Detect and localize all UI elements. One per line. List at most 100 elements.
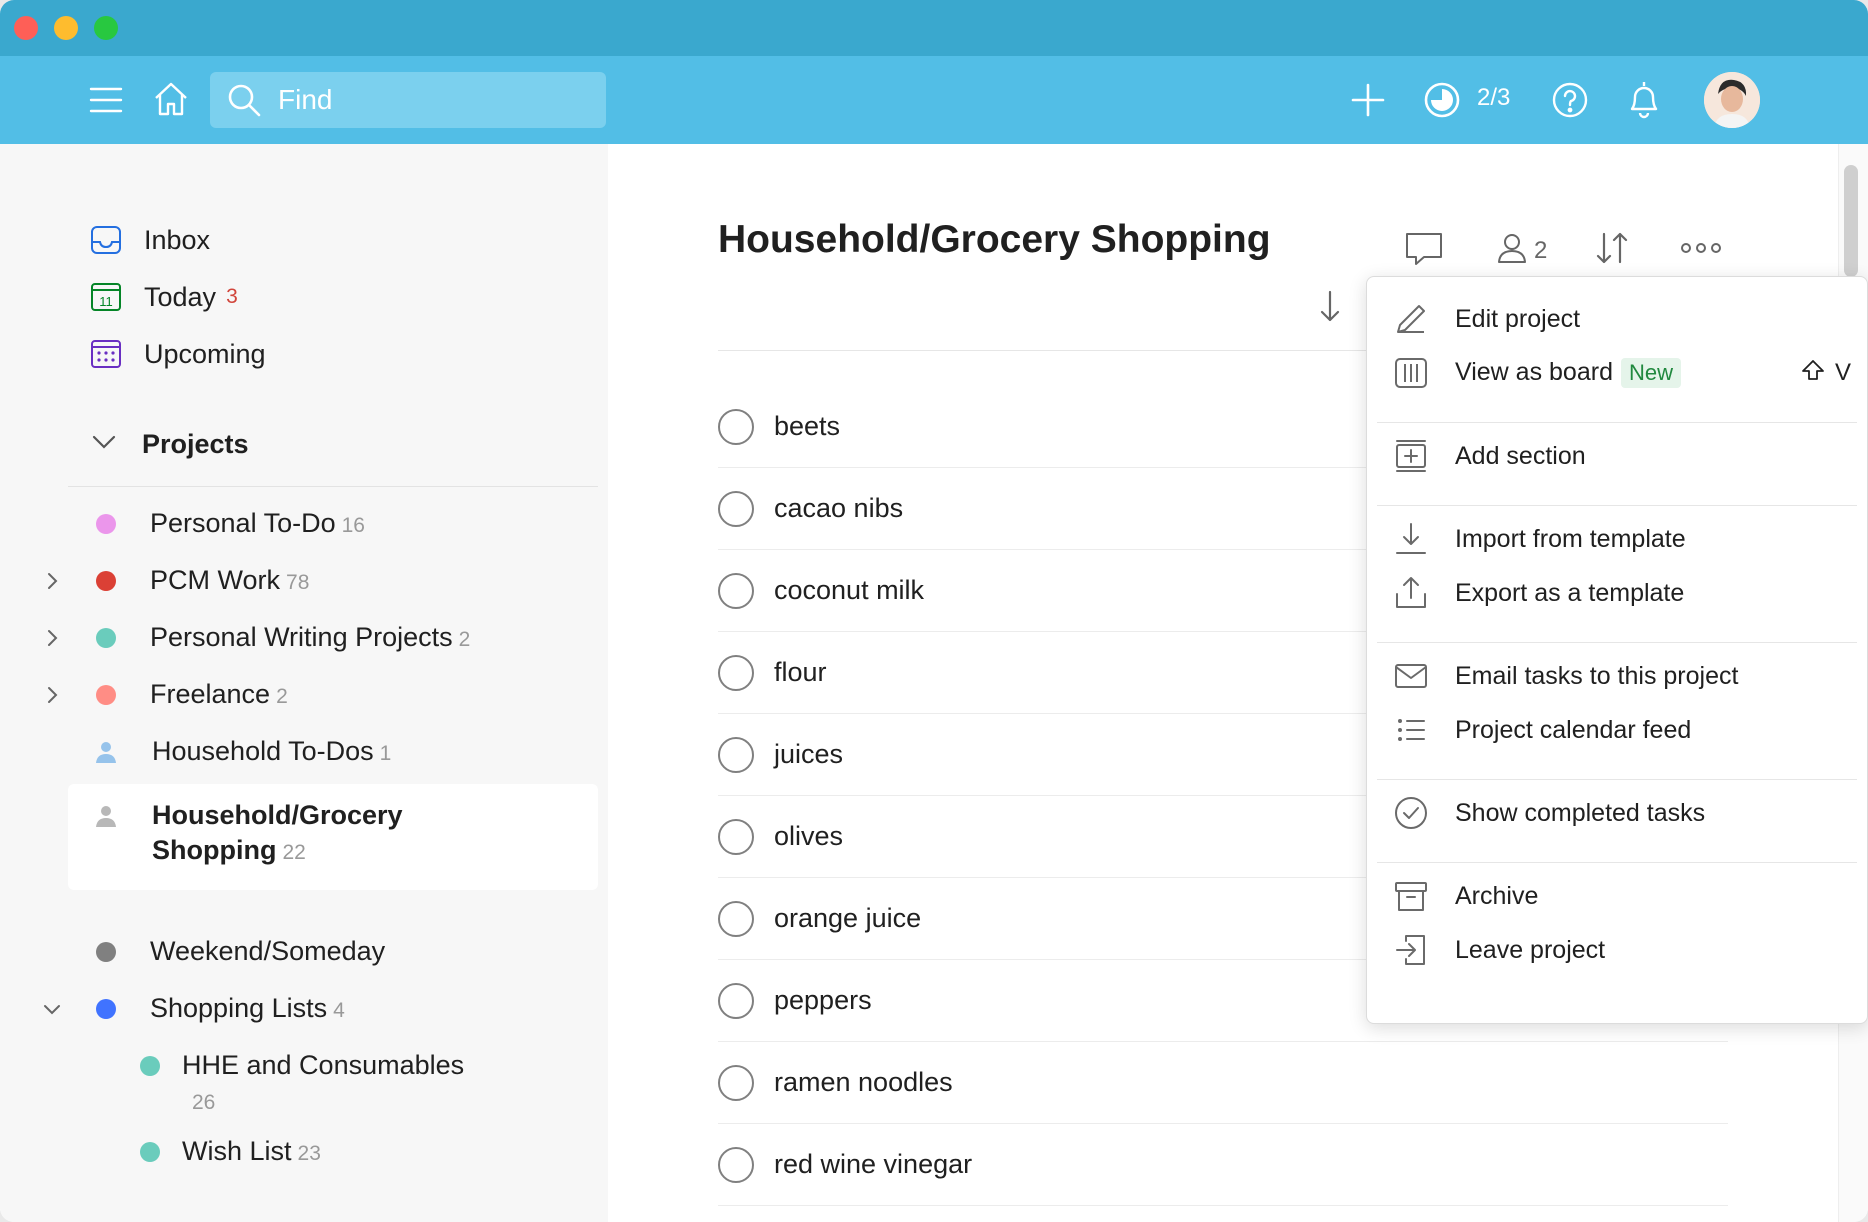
close-window-button[interactable] bbox=[14, 16, 38, 40]
project-name: Household/Grocery bbox=[152, 800, 403, 830]
shared-project-icon bbox=[94, 740, 118, 764]
notifications-icon[interactable] bbox=[1624, 78, 1664, 120]
chevron-right-icon[interactable] bbox=[42, 628, 62, 648]
project-color-dot bbox=[96, 685, 116, 705]
sort-button[interactable] bbox=[1594, 230, 1630, 271]
sidebar-item-wish-list[interactable]: Wish List 23 bbox=[68, 1134, 598, 1171]
menu-icon[interactable] bbox=[86, 80, 126, 120]
project-name: PCM Work bbox=[150, 565, 281, 595]
help-icon[interactable] bbox=[1550, 80, 1590, 120]
divider bbox=[68, 486, 598, 487]
menu-item-email-tasks[interactable]: Email tasks to this project bbox=[1367, 649, 1867, 703]
board-icon bbox=[1393, 355, 1429, 391]
comment-icon bbox=[1404, 230, 1444, 273]
minimize-window-button[interactable] bbox=[54, 16, 78, 40]
task-name[interactable]: olives bbox=[774, 821, 843, 852]
add-task-icon[interactable] bbox=[1348, 80, 1388, 120]
chevron-right-icon[interactable] bbox=[42, 685, 62, 705]
scrollbar-thumb[interactable] bbox=[1844, 165, 1858, 277]
project-name: Household To-Dos bbox=[152, 736, 374, 766]
project-color-dot bbox=[96, 628, 116, 648]
karma-progress[interactable]: 2/3 bbox=[1477, 84, 1510, 112]
avatar[interactable] bbox=[1704, 72, 1760, 128]
projects-section-toggle[interactable]: Projects bbox=[90, 428, 249, 461]
menu-item-export-as-template[interactable]: Export as a template bbox=[1367, 566, 1867, 620]
zoom-window-button[interactable] bbox=[94, 16, 118, 40]
pencil-icon bbox=[1393, 301, 1429, 337]
shared-project-icon bbox=[94, 804, 118, 828]
menu-item-calendar-feed[interactable]: Project calendar feed bbox=[1367, 703, 1867, 757]
task-checkbox[interactable] bbox=[718, 490, 754, 527]
sidebar-item-household-grocery-shopping[interactable]: Household/Grocery Shopping 22 bbox=[68, 784, 598, 890]
task-name[interactable]: coconut milk bbox=[774, 575, 924, 606]
task-checkbox[interactable] bbox=[718, 818, 754, 855]
today-count: 3 bbox=[226, 285, 238, 308]
project-name: Shopping Lists bbox=[150, 993, 328, 1023]
task-checkbox[interactable] bbox=[718, 408, 754, 445]
task-row[interactable]: ramen noodles bbox=[718, 1042, 1728, 1124]
task-name[interactable]: flour bbox=[774, 657, 827, 688]
task-name[interactable]: beets bbox=[774, 411, 840, 442]
sidebar-item-weekend-someday[interactable]: Weekend/Someday bbox=[68, 934, 598, 969]
divider bbox=[1377, 779, 1857, 780]
home-icon[interactable] bbox=[150, 78, 192, 120]
sidebar-item-freelance[interactable]: Freelance 2 bbox=[48, 677, 598, 714]
chevron-down-icon[interactable] bbox=[42, 999, 62, 1019]
page-title: Household/Grocery Shopping bbox=[718, 218, 1271, 261]
menu-item-label: Add section bbox=[1455, 441, 1586, 470]
task-checkbox[interactable] bbox=[718, 572, 754, 609]
sidebar-item-household-to-dos[interactable]: Household To-Dos 1 bbox=[68, 734, 598, 771]
task-checkbox[interactable] bbox=[718, 1064, 754, 1101]
productivity-icon[interactable] bbox=[1422, 80, 1462, 120]
project-color-dot bbox=[96, 571, 116, 591]
menu-item-import-from-template[interactable]: Import from template bbox=[1367, 512, 1867, 566]
search-input[interactable] bbox=[278, 84, 578, 116]
sort-direction-button[interactable] bbox=[1318, 290, 1342, 329]
menu-item-edit-project[interactable]: Edit project bbox=[1367, 292, 1867, 346]
sidebar-item-inbox[interactable]: Inbox bbox=[90, 220, 210, 260]
sidebar-item-personal-to-do[interactable]: Personal To-Do 16 bbox=[68, 506, 598, 543]
project-name: HHE and Consumables bbox=[182, 1050, 465, 1080]
comments-button[interactable] bbox=[1404, 230, 1444, 273]
task-name[interactable]: ramen noodles bbox=[774, 1067, 953, 1098]
project-color-dot bbox=[96, 942, 116, 962]
chevron-right-icon[interactable] bbox=[42, 571, 62, 591]
sidebar-item-shopping-lists[interactable]: Shopping Lists 4 bbox=[44, 991, 598, 1028]
project-name-line2: Shopping bbox=[152, 835, 277, 865]
task-checkbox[interactable] bbox=[718, 982, 754, 1019]
calendar-today-icon: 11 bbox=[90, 281, 122, 313]
task-checkbox[interactable] bbox=[718, 900, 754, 937]
project-name: Weekend/Someday bbox=[150, 936, 386, 966]
task-checkbox[interactable] bbox=[718, 654, 754, 691]
task-checkbox[interactable] bbox=[718, 736, 754, 773]
search-bar[interactable] bbox=[210, 72, 606, 128]
collaborator-count: 2 bbox=[1534, 236, 1548, 264]
more-horizontal-icon bbox=[1680, 240, 1722, 261]
divider bbox=[1377, 505, 1857, 506]
task-row[interactable]: red wine vinegar bbox=[718, 1124, 1728, 1206]
chevron-down-icon[interactable] bbox=[90, 428, 118, 461]
menu-item-label: Export as a template bbox=[1455, 578, 1685, 607]
task-checkbox[interactable] bbox=[718, 1146, 754, 1183]
project-count: 4 bbox=[333, 999, 345, 1022]
menu-item-add-section[interactable]: Add section bbox=[1367, 429, 1867, 483]
task-name[interactable]: peppers bbox=[774, 985, 872, 1016]
task-name[interactable]: red wine vinegar bbox=[774, 1149, 972, 1180]
project-name: Freelance bbox=[150, 679, 271, 709]
sidebar-item-personal-writing-projects[interactable]: Personal Writing Projects 2 bbox=[48, 620, 598, 657]
task-name[interactable]: orange juice bbox=[774, 903, 921, 934]
menu-item-view-as-board[interactable]: View as board New V bbox=[1367, 346, 1867, 400]
task-name[interactable]: cacao nibs bbox=[774, 493, 903, 524]
sidebar-item-pcm-work[interactable]: PCM Work 78 bbox=[48, 563, 598, 600]
menu-item-leave-project[interactable]: Leave project bbox=[1367, 923, 1867, 977]
menu-item-show-completed[interactable]: Show completed tasks bbox=[1367, 786, 1867, 840]
share-button[interactable]: 2 bbox=[1496, 232, 1547, 269]
project-count: 22 bbox=[282, 841, 306, 864]
sidebar-item-hhe-and-consumables[interactable]: HHE and Consumables 26 bbox=[68, 1048, 598, 1120]
task-name[interactable]: juices bbox=[774, 739, 843, 770]
more-actions-button[interactable] bbox=[1680, 240, 1722, 261]
top-bar: 2/3 bbox=[0, 56, 1868, 144]
menu-item-archive[interactable]: Archive bbox=[1367, 869, 1867, 923]
sidebar-item-today[interactable]: 11 Today 3 bbox=[90, 277, 238, 317]
sidebar-item-upcoming[interactable]: Upcoming bbox=[90, 334, 266, 374]
